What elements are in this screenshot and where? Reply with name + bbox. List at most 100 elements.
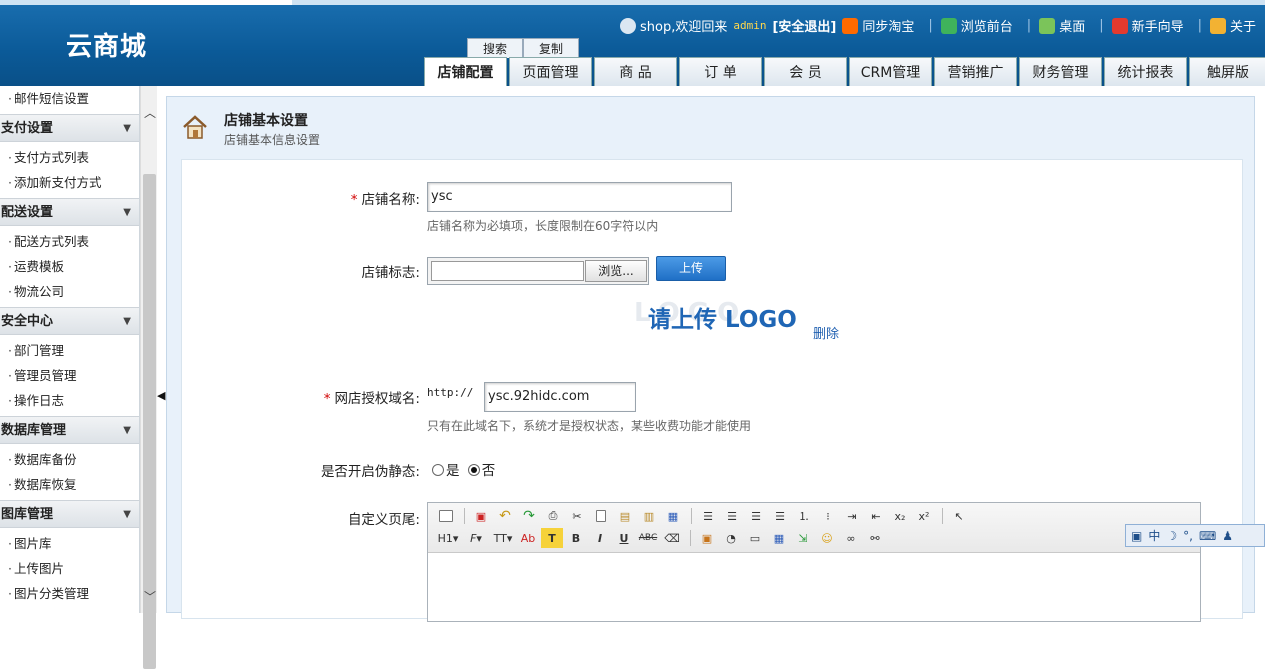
tab-page-manage[interactable]: 页面管理 bbox=[509, 57, 592, 86]
tab-orders[interactable]: 订 单 bbox=[679, 57, 762, 86]
tab-store-config[interactable]: 店铺配置 bbox=[424, 57, 507, 86]
sidebar-item-email-sms[interactable]: 邮件短信设置 bbox=[0, 86, 139, 111]
paste-icon[interactable]: ▤ bbox=[614, 506, 636, 526]
cut-icon[interactable]: ✂ bbox=[566, 506, 588, 526]
heading-icon[interactable]: H1▾ bbox=[435, 528, 461, 548]
punct-icon[interactable]: °, bbox=[1183, 529, 1193, 543]
align-center-icon[interactable]: ☰ bbox=[721, 506, 743, 526]
logout-link[interactable]: [安全退出] bbox=[772, 16, 836, 35]
logo-file-input[interactable]: 浏览... bbox=[427, 257, 649, 285]
flash-icon[interactable]: ◔ bbox=[720, 528, 742, 548]
sidebar-item-db-restore[interactable]: 数据库恢复 bbox=[0, 472, 139, 497]
sidebar-group-payment[interactable]: 支付设置 ▼ bbox=[0, 114, 139, 142]
guide-link[interactable]: 新手向导 bbox=[1111, 16, 1184, 35]
clear-format-icon[interactable]: ⌫ bbox=[661, 528, 683, 548]
desktop-link[interactable]: 桌面 bbox=[1039, 16, 1085, 35]
search-tab[interactable]: 搜索 bbox=[467, 38, 523, 58]
undo-icon[interactable]: ↶ bbox=[494, 506, 516, 526]
about-link[interactable]: 关于 bbox=[1210, 16, 1256, 35]
file-path-field[interactable] bbox=[431, 261, 584, 281]
sidebar-group-gallery[interactable]: 图库管理 ▼ bbox=[0, 500, 139, 528]
align-right-icon[interactable]: ☰ bbox=[745, 506, 767, 526]
print-icon[interactable]: ⎙ bbox=[542, 506, 564, 526]
keyboard-icon[interactable]: ⌨ bbox=[1199, 529, 1216, 543]
select-all-icon[interactable]: ↖ bbox=[948, 506, 970, 526]
sidebar-item-freight-template[interactable]: 运费模板 bbox=[0, 254, 139, 279]
tab-reports[interactable]: 统计报表 bbox=[1104, 57, 1187, 86]
browse-frontend-link[interactable]: 浏览前台 bbox=[940, 16, 1013, 35]
highlight-icon[interactable]: T bbox=[541, 528, 563, 548]
sidebar-item-payment-list[interactable]: 支付方式列表 bbox=[0, 145, 139, 170]
hr-icon[interactable]: ⇲ bbox=[792, 528, 814, 548]
sidebar-item-upload-image[interactable]: 上传图片 bbox=[0, 556, 139, 581]
align-left-icon[interactable]: ☰ bbox=[697, 506, 719, 526]
unlink-icon[interactable]: ⚯ bbox=[864, 528, 886, 548]
browse-button[interactable]: 浏览... bbox=[585, 260, 647, 282]
font-color-icon[interactable]: Ab bbox=[517, 528, 539, 548]
unordered-list-icon[interactable]: ⁝ bbox=[817, 506, 839, 526]
bold-icon[interactable]: B bbox=[565, 528, 587, 548]
tab-mobile[interactable]: 触屏版 bbox=[1189, 57, 1265, 86]
sidebar-scrollbar[interactable]: ︿ ﹀ bbox=[140, 86, 157, 669]
sidebar-item-add-payment[interactable]: 添加新支付方式 bbox=[0, 170, 139, 195]
tab-crm[interactable]: CRM管理 bbox=[849, 57, 932, 86]
ime-toolbar[interactable]: ▣ 中 ☽ °, ⌨ ♟ bbox=[1125, 524, 1265, 547]
tab-members[interactable]: 会 员 bbox=[764, 57, 847, 86]
justify-icon[interactable]: ☰ bbox=[769, 506, 791, 526]
scroll-down-icon[interactable]: ﹀ bbox=[144, 588, 156, 605]
image-icon[interactable]: ▣ bbox=[696, 528, 718, 548]
footer-editor[interactable]: ▣ ↶ ↷ ⎙ ✂ ▤ ▥ ▦ ☰ ☰ ☰ ☰ ⒈ ⁝ ⇥ ⇤ x₂ x² ↖ … bbox=[427, 502, 1201, 622]
paste-word-icon[interactable]: ▦ bbox=[662, 506, 684, 526]
indent-icon[interactable]: ⇥ bbox=[841, 506, 863, 526]
paste-text-icon[interactable]: ▥ bbox=[638, 506, 660, 526]
rewrite-no-radio[interactable] bbox=[467, 464, 480, 476]
sidebar-group-shipping[interactable]: 配送设置 ▼ bbox=[0, 198, 139, 226]
redo-icon[interactable]: ↷ bbox=[518, 506, 540, 526]
sidebar-group-security[interactable]: 安全中心 ▼ bbox=[0, 307, 139, 335]
chevron-down-icon: ▼ bbox=[123, 509, 131, 520]
sidebar-item-db-backup[interactable]: 数据库备份 bbox=[0, 447, 139, 472]
quick-tabs: 搜索 复制 bbox=[467, 38, 579, 58]
tab-marketing[interactable]: 营销推广 bbox=[934, 57, 1017, 86]
rewrite-yes-radio[interactable] bbox=[432, 464, 444, 476]
sidebar-item-departments[interactable]: 部门管理 bbox=[0, 338, 139, 363]
media-icon[interactable]: ▭ bbox=[744, 528, 766, 548]
source-icon[interactable] bbox=[435, 506, 457, 526]
sidebar-item-image-categories[interactable]: 图片分类管理 bbox=[0, 581, 139, 606]
ime-mode[interactable]: 中 bbox=[1148, 527, 1160, 544]
font-family-icon[interactable]: F▾ bbox=[463, 528, 489, 548]
store-name-input[interactable]: ysc bbox=[427, 182, 732, 212]
table-icon[interactable]: ▦ bbox=[768, 528, 790, 548]
tab-products[interactable]: 商 品 bbox=[594, 57, 677, 86]
underline-icon[interactable]: U bbox=[613, 528, 635, 548]
copy-icon[interactable] bbox=[590, 506, 612, 526]
preview-icon[interactable]: ▣ bbox=[470, 506, 492, 526]
sidebar-item-logistics[interactable]: 物流公司 bbox=[0, 279, 139, 304]
upload-button[interactable]: 上传 bbox=[656, 256, 726, 281]
emoticon-icon[interactable]: ☺ bbox=[816, 528, 838, 548]
superscript-icon[interactable]: x² bbox=[913, 506, 935, 526]
italic-icon[interactable]: I bbox=[589, 528, 611, 548]
link-icon[interactable]: ∞ bbox=[840, 528, 862, 548]
copy-tab[interactable]: 复制 bbox=[523, 38, 579, 58]
moon-icon[interactable]: ☽ bbox=[1166, 529, 1177, 543]
user-icon[interactable]: ♟ bbox=[1222, 529, 1233, 543]
strikethrough-icon[interactable]: ABC bbox=[637, 528, 659, 548]
sidebar-item-shipping-list[interactable]: 配送方式列表 bbox=[0, 229, 139, 254]
sync-taobao-link[interactable]: 同步淘宝 bbox=[842, 16, 914, 35]
collapse-sidebar-icon[interactable]: ◀ bbox=[157, 389, 165, 402]
delete-logo-link[interactable]: 删除 bbox=[813, 323, 839, 342]
sidebar-item-gallery[interactable]: 图片库 bbox=[0, 531, 139, 556]
top-header: 云商城 shop,欢迎回来 admin [安全退出] 同步淘宝 | 浏览前台 |… bbox=[0, 0, 1265, 86]
ordered-list-icon[interactable]: ⒈ bbox=[793, 506, 815, 526]
scroll-up-icon[interactable]: ︿ bbox=[144, 104, 156, 121]
domain-input[interactable]: ysc.92hidc.com bbox=[484, 382, 636, 412]
chevron-down-icon: ▼ bbox=[123, 207, 131, 218]
sidebar-group-database[interactable]: 数据库管理 ▼ bbox=[0, 416, 139, 444]
tab-finance[interactable]: 财务管理 bbox=[1019, 57, 1102, 86]
outdent-icon[interactable]: ⇤ bbox=[865, 506, 887, 526]
sidebar-item-oplog[interactable]: 操作日志 bbox=[0, 388, 139, 413]
font-size-icon[interactable]: TT▾ bbox=[491, 528, 515, 548]
sidebar-item-admins[interactable]: 管理员管理 bbox=[0, 363, 139, 388]
subscript-icon[interactable]: x₂ bbox=[889, 506, 911, 526]
